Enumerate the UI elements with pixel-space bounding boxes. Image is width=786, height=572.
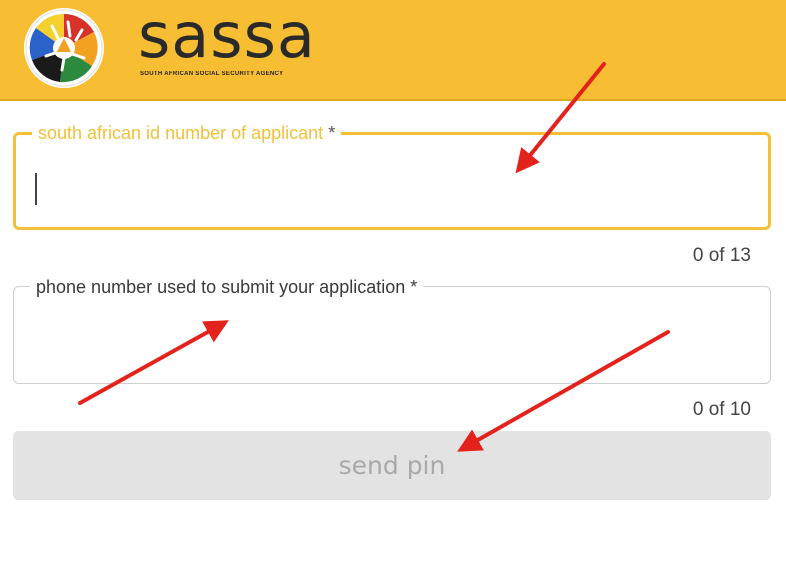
text-cursor: [35, 173, 37, 205]
send-pin-button[interactable]: send pin: [13, 431, 771, 500]
id-number-char-counter: 0 of 13: [692, 245, 751, 266]
id-number-field[interactable]: south african id number of applicant *: [13, 121, 771, 230]
brand-name: sassa: [138, 0, 316, 72]
brand-tagline: SOUTH AFRICAN SOCIAL SECURITY AGENCY: [140, 71, 284, 77]
app-header: sassa SOUTH AFRICAN SOCIAL SECURITY AGEN…: [0, 0, 786, 101]
sassa-logo-icon: [24, 8, 104, 88]
id-number-input[interactable]: [16, 135, 768, 227]
phone-number-input[interactable]: [14, 287, 770, 383]
phone-number-char-counter: 0 of 10: [692, 399, 751, 420]
phone-number-field[interactable]: phone number used to submit your applica…: [13, 275, 771, 384]
